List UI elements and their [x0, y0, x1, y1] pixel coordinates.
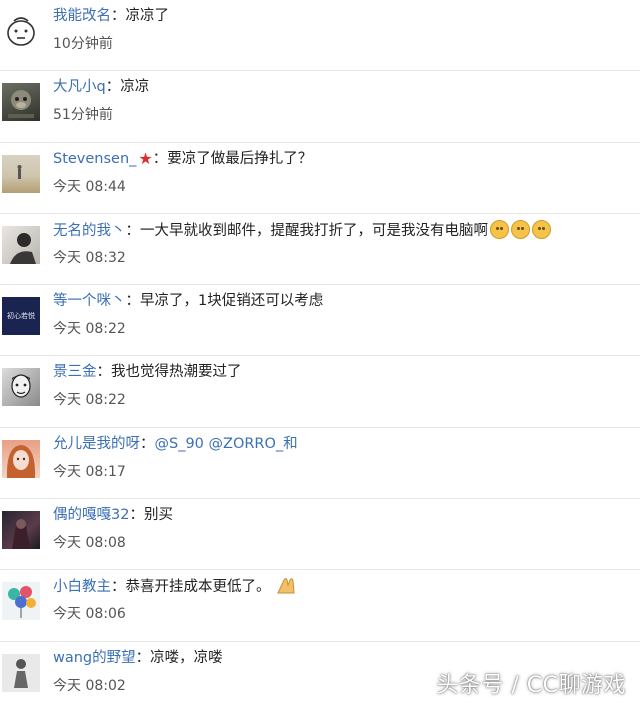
- timestamp: 10分钟前: [53, 36, 113, 52]
- separator: ：: [125, 222, 141, 239]
- username-link[interactable]: 景三金: [53, 364, 97, 380]
- username-link[interactable]: Stevensen_: [53, 151, 136, 167]
- avatar[interactable]: [2, 83, 40, 122]
- balloons-icon: [8, 586, 36, 619]
- dark-character-icon: [12, 519, 30, 550]
- comment-item: 初心若悦 等一个咪丶：早凉了，1块促销还可以考虑 今天 08:22: [0, 285, 640, 357]
- timestamp: 今天 08:44: [53, 178, 126, 195]
- username-link[interactable]: 偶的嘎嘎32: [53, 507, 129, 523]
- timestamp: 今天 08:22: [53, 321, 126, 338]
- timestamp: 今天 08:02: [53, 677, 126, 694]
- watermark: 头条号 / CC聊游戏: [436, 673, 626, 698]
- avatar[interactable]: [2, 511, 40, 550]
- avatar[interactable]: [2, 439, 40, 478]
- girl-portrait-icon: [6, 444, 36, 478]
- username-link[interactable]: 允儿是我的呀: [53, 436, 140, 452]
- comment-text: 凉凉: [120, 79, 150, 96]
- comment-item: Stevensen_ ★：要凉了做最后挣扎了？ 今天 08:44: [0, 143, 640, 214]
- comment-text: 要凉了做最后挣扎了？: [167, 150, 313, 167]
- comment-line: Stevensen_ ★：要凉了做最后挣扎了？: [53, 149, 312, 169]
- comment-line: 等一个咪丶：早凉了，1块促销还可以考虑: [53, 291, 323, 311]
- comment-line: 允儿是我的呀：@S_90 @ZORRO_和: [53, 434, 298, 454]
- comment-item: 大凡小q：凉凉 51分钟前: [0, 71, 640, 143]
- cat-face-emoji-icon: [490, 219, 509, 239]
- comment-item: 景三金：我也觉得热潮要过了 今天 08:22: [0, 356, 640, 428]
- timestamp: 今天 08:06: [53, 606, 126, 623]
- cat-face-emoji-icon: [511, 219, 530, 239]
- avatar[interactable]: [2, 154, 40, 193]
- figure-sketch-icon: [14, 658, 28, 688]
- comment-line: 无名的我丶：一大早就收到邮件，提醒我打折了，可是我没有电脑啊: [53, 219, 551, 241]
- separator: ：: [125, 293, 141, 310]
- separator: ：: [152, 150, 168, 167]
- comment-line: 景三金：我也觉得热潮要过了: [53, 362, 242, 382]
- comment-line: 大凡小q：凉凉: [53, 77, 149, 97]
- field-photo-icon: [17, 164, 22, 179]
- timestamp: 51分钟前: [53, 107, 113, 124]
- comment-text: 凉喽，凉喽: [150, 649, 223, 666]
- comment-text: 别买: [143, 507, 173, 524]
- avatar[interactable]: [2, 582, 40, 621]
- face-outline-icon: [2, 12, 40, 50]
- avatar-logo-text: 初心若悦: [7, 312, 35, 321]
- comment-line: 小白教主：恭喜开挂成本更低了。: [53, 576, 297, 597]
- comment-text: 凉凉了: [125, 8, 170, 24]
- username-link[interactable]: 大凡小q: [53, 79, 106, 95]
- comment-line: 偶的嘎嘎32：别买: [53, 505, 173, 525]
- avatar[interactable]: [2, 225, 40, 264]
- bw-portrait-icon: [11, 374, 31, 399]
- comment-line: wang的野望：凉喽，凉喽: [53, 648, 223, 668]
- person-photo-icon: [10, 232, 36, 264]
- separator: ：: [140, 435, 155, 452]
- comment-item: 小白教主：恭喜开挂成本更低了。 今天 08:06: [0, 570, 640, 642]
- avatar[interactable]: [2, 12, 40, 50]
- username-link[interactable]: 无名的我丶: [53, 223, 126, 239]
- timestamp: 今天 08:08: [53, 535, 126, 552]
- comment-item: 允儿是我的呀：@S_90 @ZORRO_和 今天 08:17: [0, 428, 640, 500]
- separator: ：: [111, 579, 126, 596]
- timestamp: 今天 08:32: [53, 249, 126, 266]
- star-badge-icon: ★: [138, 148, 153, 168]
- username-link[interactable]: 小白教主: [53, 579, 111, 595]
- avatar[interactable]: [2, 368, 40, 407]
- username-link[interactable]: wang的野望: [53, 650, 136, 666]
- comment-item: 无名的我丶：一大早就收到邮件，提醒我打折了，可是我没有电脑啊 今天 08:32: [0, 214, 640, 286]
- username-link[interactable]: 等一个咪丶: [53, 293, 126, 309]
- comment-text: @S_90 @ZORRO_和: [154, 435, 298, 452]
- separator: ：: [111, 8, 126, 24]
- separator: ：: [105, 79, 121, 96]
- monkey-photo-icon: [8, 90, 34, 119]
- comment-text: 一大早就收到邮件，提醒我打折了，可是我没有电脑啊: [140, 222, 488, 239]
- comment-line: 我能改名：凉凉了: [53, 6, 169, 26]
- avatar[interactable]: 初心若悦: [2, 297, 40, 336]
- comment-text: 我也觉得热潮要过了: [111, 364, 242, 381]
- timestamp: 今天 08:22: [53, 392, 126, 409]
- praying-hands-emoji-icon: [276, 578, 295, 594]
- comment-item: 偶的嘎嘎32：别买 今天 08:08: [0, 499, 640, 571]
- comment-text: 早凉了，1块促销还可以考虑: [140, 293, 324, 310]
- comment-text: 恭喜开挂成本更低了。: [125, 579, 271, 596]
- timestamp: 今天 08:17: [53, 463, 126, 480]
- separator: ：: [129, 507, 144, 524]
- comment-item: 我能改名：凉凉了 10分钟前: [0, 0, 640, 72]
- username-link[interactable]: 我能改名: [53, 8, 111, 24]
- comment-list: 我能改名：凉凉了 10分钟前 大凡小q：凉凉 51分钟前 Stevensen_ …: [0, 0, 640, 713]
- separator: ：: [135, 649, 151, 666]
- avatar[interactable]: [2, 653, 40, 692]
- separator: ：: [96, 364, 112, 381]
- cat-face-emoji-icon: [532, 219, 551, 239]
